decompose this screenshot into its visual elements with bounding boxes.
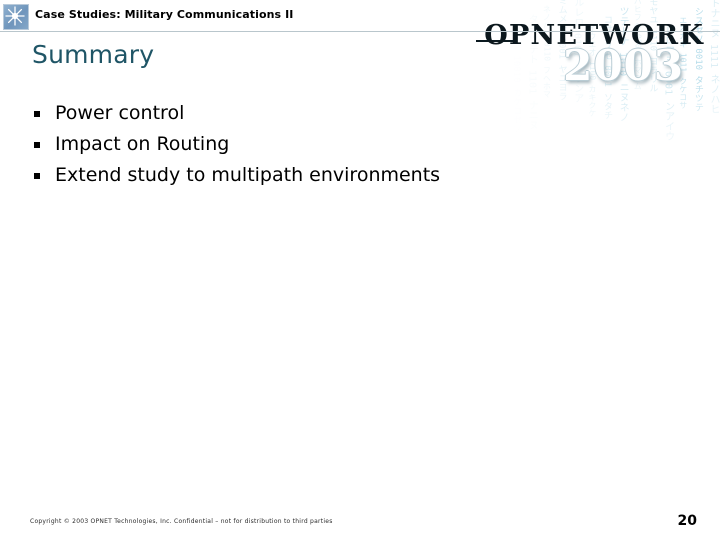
starburst-icon [3, 4, 29, 30]
page-title: Summary [32, 40, 155, 69]
bullet-list: Power control Impact on Routing Extend s… [31, 98, 501, 191]
matrix-column: イウエオ 1100 カキクケ [587, 24, 597, 117]
page-number: 20 [677, 513, 697, 529]
slide-header: Case Studies: Military Communications II [0, 0, 720, 32]
footer-copyright: Copyright © 2003 OPNET Technologies, Inc… [30, 518, 333, 525]
logo-year: 2003 [563, 41, 684, 90]
logo-leading-rule [476, 40, 514, 42]
list-item: Power control [31, 98, 501, 129]
list-item-label: Impact on Routing [55, 133, 230, 155]
header-divider [0, 31, 720, 32]
bullet-square-icon [34, 142, 40, 148]
bullet-square-icon [34, 111, 40, 117]
header-title: Case Studies: Military Communications II [35, 8, 294, 21]
bullet-square-icon [34, 173, 40, 179]
list-item: Impact on Routing [31, 129, 501, 160]
matrix-column: レロワヲ 0001 ンアイウ [662, 25, 674, 142]
matrix-column: ワヲン 10010 カケコセソ [511, 23, 522, 133]
list-item-label: Extend study to multipath environments [55, 164, 441, 186]
list-item-label: Power control [55, 102, 185, 124]
list-item: Extend study to multipath environments [31, 160, 501, 191]
